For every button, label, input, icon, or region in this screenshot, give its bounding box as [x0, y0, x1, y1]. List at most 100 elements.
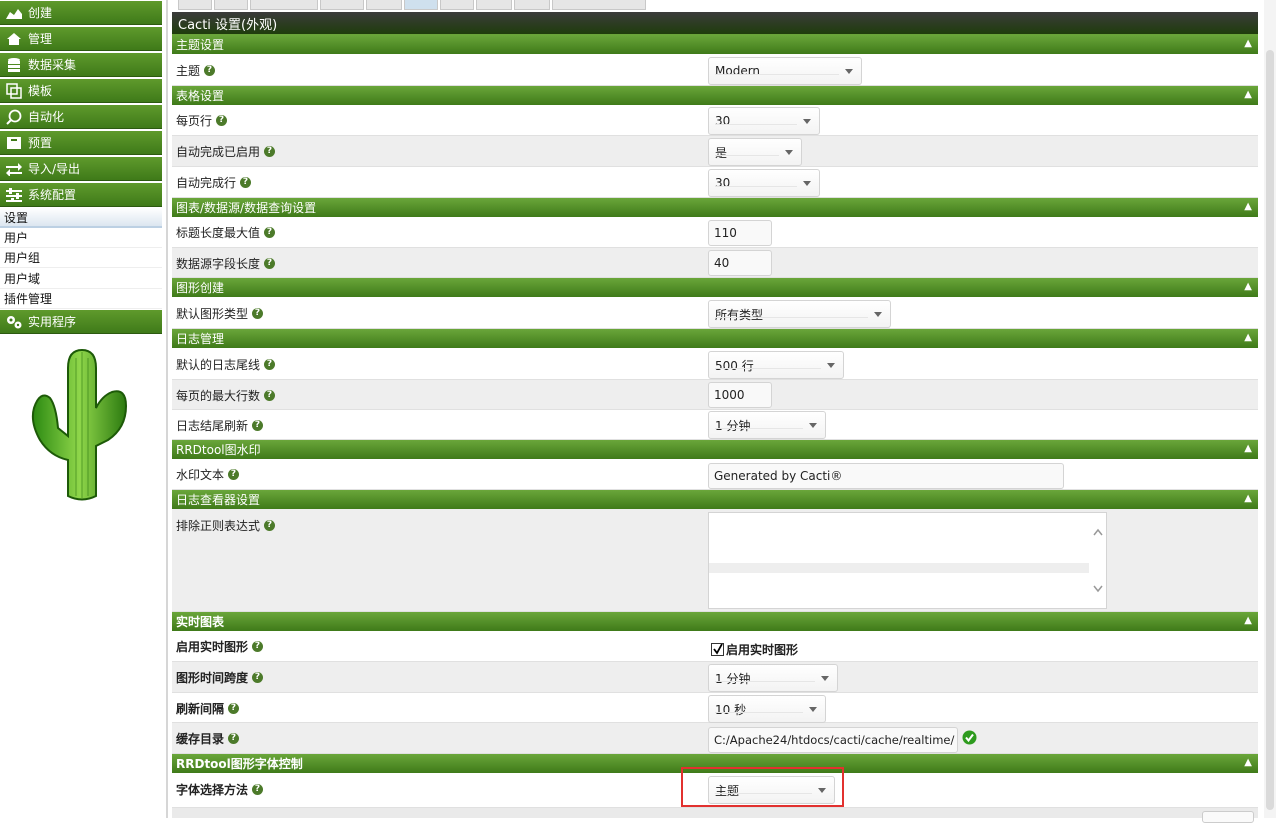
help-icon[interactable]: ?	[252, 672, 264, 683]
refresh-interval-select[interactable]: 10 秒	[708, 695, 826, 723]
field-label: 默认图形类型	[176, 306, 249, 321]
collapse-icon[interactable]: ▲	[1244, 281, 1252, 292]
chevron-down-icon	[803, 181, 811, 186]
help-icon[interactable]: ?	[252, 641, 264, 652]
nav-label: 预置	[28, 136, 53, 150]
nav-create[interactable]: 创建	[0, 1, 162, 25]
collapse-icon[interactable]: ▲	[1244, 38, 1252, 49]
section-header-theme[interactable]: 主题设置 ▲	[172, 35, 1258, 54]
collapse-icon[interactable]: ▲	[1244, 89, 1252, 100]
collapse-icon[interactable]: ▲	[1244, 757, 1252, 768]
log-refresh-select[interactable]: 1 分钟	[708, 411, 826, 439]
sidebar-item-user-domains[interactable]: 用户域	[0, 269, 162, 289]
sidebar-divider	[166, 0, 168, 818]
row-cache-dir: 缓存目录? C:/Apache24/htdocs/cacti/cache/rea…	[172, 723, 1258, 754]
log-tail-select[interactable]: 500 行	[708, 351, 844, 379]
help-icon[interactable]: ?	[264, 519, 276, 531]
row-graph-timespan: 图形时间跨度? 1 分钟	[172, 662, 1258, 693]
help-icon[interactable]: ?	[264, 358, 276, 370]
settings-panel: Cacti 设置(外观) 主题设置 ▲ 主题? Modern 表格设置 ▲ 每页行?…	[172, 0, 1258, 818]
cache-dir-input[interactable]: C:/Apache24/htdocs/cacti/cache/realtime/	[708, 727, 958, 753]
chevron-down-icon	[874, 312, 882, 317]
textarea-scrollbar[interactable]	[1090, 513, 1106, 608]
checkbox-label[interactable]: 启用实时图形	[726, 641, 798, 658]
help-icon[interactable]: ?	[264, 146, 276, 157]
page-title: Cacti 设置(外观)	[172, 12, 1258, 35]
row-title-max-length: 标题长度最大值? 110	[172, 217, 1258, 248]
help-icon[interactable]: ?	[204, 64, 216, 76]
autocomplete-rows-select[interactable]: 30	[708, 169, 820, 197]
sidebar-item-users[interactable]: 用户	[0, 228, 162, 248]
check-circle-icon	[962, 730, 977, 748]
section-header-graph-create[interactable]: 图形创建 ▲	[172, 278, 1258, 297]
help-icon[interactable]: ?	[264, 389, 276, 401]
help-icon[interactable]: ?	[228, 702, 240, 714]
section-title: 实时图表	[176, 615, 225, 629]
nav-data-collection[interactable]: 数据采集	[0, 53, 162, 77]
help-icon[interactable]: ?	[252, 783, 264, 795]
realtime-checkbox[interactable]: 启用实时图形	[711, 641, 798, 658]
field-label: 主题	[176, 63, 201, 78]
row-watermark-text: 水印文本? Generated by Cacti®	[172, 459, 1258, 490]
page-scrollbar-thumb[interactable]	[1266, 50, 1274, 810]
collapse-icon[interactable]: ▲	[1244, 443, 1252, 454]
graph-timespan-select[interactable]: 1 分钟	[708, 664, 838, 692]
nav-label: 数据采集	[28, 58, 77, 72]
theme-select[interactable]: Modern	[708, 57, 862, 85]
row-theme: 主题? Modern	[172, 54, 1258, 86]
ds-field-length-input[interactable]: 40	[708, 250, 772, 276]
help-icon[interactable]: ?	[228, 469, 240, 480]
save-button[interactable]	[1202, 811, 1254, 823]
annotation-highlight-box	[681, 767, 844, 807]
collapse-icon[interactable]: ▲	[1244, 332, 1252, 343]
chevron-down-icon	[809, 423, 817, 428]
checkbox-checked-icon[interactable]	[711, 643, 724, 656]
nav-label: 实用程序	[28, 315, 77, 329]
help-icon[interactable]: ?	[216, 115, 228, 126]
section-header-log-viewer[interactable]: 日志查看器设置 ▲	[172, 490, 1258, 509]
rows-per-page-select[interactable]: 30	[708, 107, 820, 135]
help-icon[interactable]: ?	[240, 177, 252, 188]
section-header-table[interactable]: 表格设置 ▲	[172, 86, 1258, 105]
help-icon[interactable]: ?	[252, 307, 264, 319]
sidebar-item-user-groups[interactable]: 用户组	[0, 248, 162, 268]
field-label: 水印文本	[176, 468, 225, 482]
log-max-rows-input[interactable]: 1000	[708, 382, 772, 408]
nav-templates[interactable]: 模板	[0, 79, 162, 103]
field-label: 默认的日志尾线	[176, 357, 261, 372]
chevron-down-icon	[827, 363, 835, 368]
transfer-icon	[4, 161, 24, 177]
title-max-length-input[interactable]: 110	[708, 220, 772, 246]
nav-configuration[interactable]: 系统配置	[0, 183, 162, 207]
nav-import-export[interactable]: 导入/导出	[0, 157, 162, 181]
collapse-icon[interactable]: ▲	[1244, 615, 1252, 626]
field-label: 图形时间跨度	[176, 671, 249, 685]
section-title: 表格设置	[176, 89, 225, 103]
sidebar-item-plugins[interactable]: 插件管理	[0, 289, 162, 309]
nav-manage[interactable]: 管理	[0, 27, 162, 51]
section-header-realtime[interactable]: 实时图表 ▲	[172, 612, 1258, 631]
field-label: 标题长度最大值	[176, 226, 261, 240]
nav-utilities[interactable]: 实用程序	[0, 310, 162, 334]
section-header-watermark[interactable]: RRDtool图水印 ▲	[172, 440, 1258, 459]
nav-automation[interactable]: 自动化	[0, 105, 162, 129]
collapse-icon[interactable]: ▲	[1244, 493, 1252, 504]
sidebar-item-settings[interactable]: 设置	[0, 208, 162, 228]
help-icon[interactable]: ?	[264, 227, 276, 238]
section-header-log[interactable]: 日志管理 ▲	[172, 329, 1258, 348]
section-header-graph-ds[interactable]: 图表/数据源/数据查询设置 ▲	[172, 198, 1258, 217]
default-graph-type-select[interactable]: 所有类型	[708, 300, 891, 328]
collapse-icon[interactable]: ▲	[1244, 201, 1252, 212]
help-icon[interactable]: ?	[252, 419, 264, 431]
watermark-text-input[interactable]: Generated by Cacti®	[708, 463, 1064, 489]
field-label: 排除正则表达式	[176, 518, 261, 533]
help-icon[interactable]: ?	[264, 257, 276, 269]
nav-presets[interactable]: 预置	[0, 131, 162, 155]
exclude-regex-textarea[interactable]	[708, 512, 1107, 609]
autocomplete-enabled-select[interactable]: 是	[708, 138, 802, 166]
help-icon[interactable]: ?	[228, 733, 240, 744]
section-title: 日志查看器设置	[176, 493, 261, 507]
section-title: RRDtool图形字体控制	[176, 757, 303, 771]
field-label: 数据源字段长度	[176, 256, 261, 271]
copy-icon	[4, 82, 24, 99]
